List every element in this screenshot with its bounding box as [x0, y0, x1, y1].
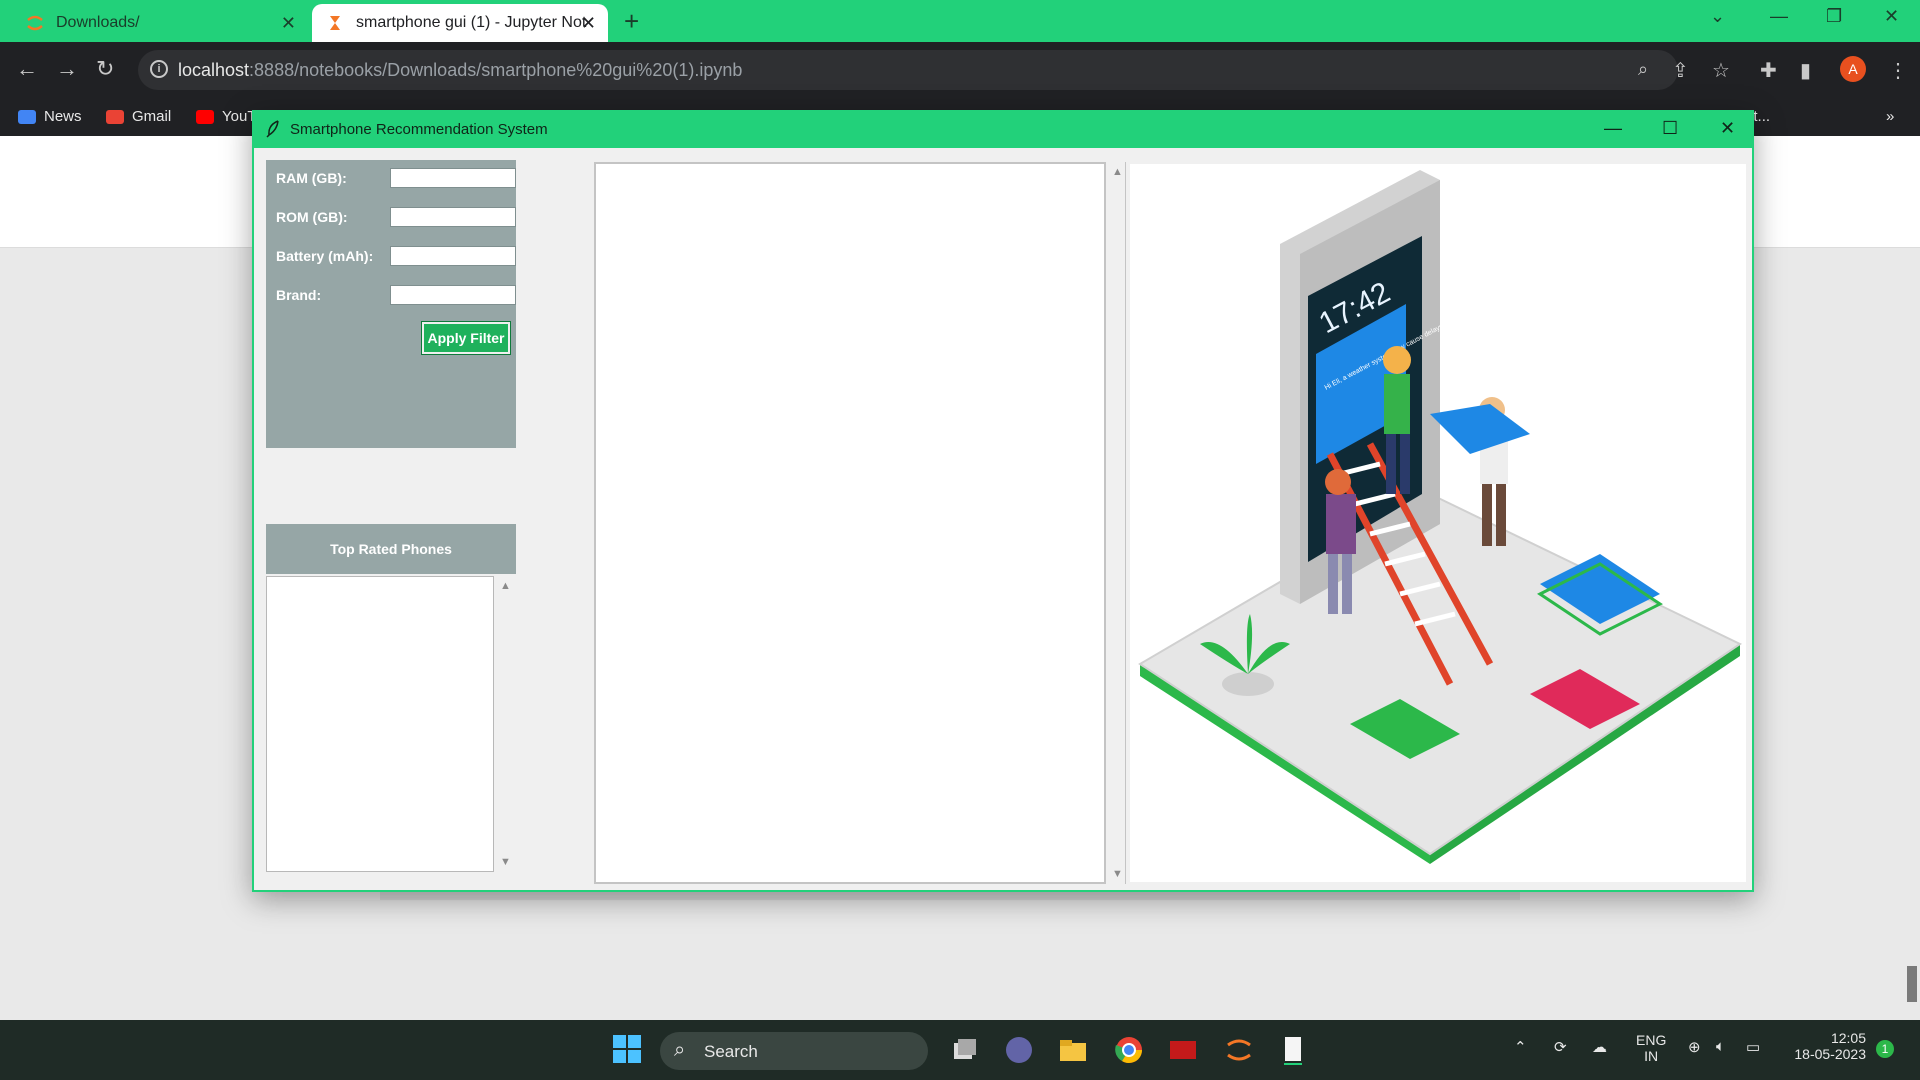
- youtube-icon: [196, 109, 214, 124]
- windows-taskbar: ⌕ Search ⌃ ⟳ ☁ ENG IN ⊕ 🔈︎ ▭ 12:05 18-05…: [0, 1020, 1920, 1080]
- page-scrollbar[interactable]: [1904, 248, 1920, 1020]
- close-tab-icon[interactable]: ✕: [281, 13, 296, 34]
- menu-kebab-icon[interactable]: ⋮: [1888, 58, 1908, 83]
- file-explorer-icon[interactable]: [1058, 1035, 1088, 1065]
- bookmark-label: News: [44, 108, 82, 125]
- close-window-icon[interactable]: ✕: [1884, 6, 1899, 27]
- app-window: Smartphone Recommendation System — ☐ ✕ R…: [252, 110, 1754, 892]
- sync-icon[interactable]: ⟳: [1554, 1038, 1567, 1056]
- bookmark-star-icon[interactable]: ☆: [1712, 58, 1730, 83]
- app-title: Smartphone Recommendation System: [290, 121, 548, 138]
- search-label: Search: [704, 1042, 758, 1061]
- tk-app-taskbar-icon[interactable]: [1278, 1035, 1308, 1065]
- app-maximize-icon[interactable]: ☐: [1662, 118, 1678, 139]
- notification-badge[interactable]: 1: [1876, 1040, 1894, 1058]
- tab-notebook[interactable]: smartphone gui (1) - Jupyter Not ✕: [312, 4, 608, 42]
- bookmark-youtube[interactable]: YouT: [196, 108, 256, 125]
- scroll-up-icon[interactable]: ▲: [500, 580, 511, 592]
- search-icon: ⌕: [674, 1039, 686, 1061]
- zoom-icon[interactable]: ⌕: [1638, 59, 1648, 80]
- ram-input[interactable]: [390, 168, 516, 188]
- page-scroll-thumb[interactable]: [1907, 966, 1917, 1002]
- app-minimize-icon[interactable]: —: [1604, 118, 1622, 139]
- url-path: :8888/notebooks/Downloads/smartphone%20g…: [249, 60, 743, 80]
- volume-icon[interactable]: 🔈︎: [1716, 1038, 1725, 1055]
- scroll-down-icon[interactable]: ▼: [500, 856, 511, 868]
- extensions-icon[interactable]: ✚: [1760, 58, 1777, 83]
- lang-code: ENG: [1636, 1032, 1667, 1048]
- lang-region: IN: [1644, 1048, 1659, 1064]
- address-toolbar: ← → ↻ i localhost:8888/notebooks/Downloa…: [0, 42, 1920, 98]
- language-indicator[interactable]: ENG IN: [1636, 1032, 1666, 1064]
- browser-tab-strip: Downloads/ ✕ smartphone gui (1) - Jupyte…: [0, 0, 1920, 42]
- share-icon[interactable]: ⇪: [1672, 58, 1689, 83]
- url-text[interactable]: localhost:8888/notebooks/Downloads/smart…: [178, 60, 742, 81]
- onedrive-icon[interactable]: ☁: [1592, 1038, 1607, 1056]
- hourglass-icon: [326, 14, 344, 32]
- jupyter-taskbar-icon[interactable]: [1224, 1035, 1254, 1065]
- task-view-icon[interactable]: [950, 1035, 980, 1065]
- ram-label: RAM (GB):: [276, 170, 347, 186]
- tray-overflow-chevron-icon[interactable]: ⌃: [1514, 1038, 1527, 1056]
- brand-label: Brand:: [276, 287, 322, 303]
- network-globe-icon[interactable]: ⊕: [1688, 1038, 1701, 1056]
- taskbar-search[interactable]: ⌕ Search: [660, 1032, 928, 1070]
- tab-title: Downloads/: [56, 14, 140, 31]
- top-rated-header: Top Rated Phones: [266, 524, 516, 574]
- brand-input[interactable]: [390, 285, 516, 305]
- minimize-icon[interactable]: —: [1770, 6, 1788, 27]
- jupyter-icon: [26, 14, 44, 32]
- back-icon[interactable]: ←: [16, 56, 38, 82]
- rom-label: ROM (GB):: [276, 209, 348, 225]
- battery-label: Battery (mAh):: [276, 248, 374, 264]
- rom-input[interactable]: [390, 207, 516, 227]
- chrome-icon[interactable]: [1114, 1035, 1144, 1065]
- filter-panel: RAM (GB): ROM (GB): Battery (mAh): Brand…: [266, 160, 516, 448]
- apply-filter-button[interactable]: Apply Filter: [421, 321, 511, 355]
- bookmark-news[interactable]: News: [18, 108, 82, 125]
- battery-input[interactable]: [390, 246, 516, 266]
- isometric-phone-image: 17:42 Hi Eli, a weather system may cause…: [1138, 170, 1742, 864]
- feather-icon: [266, 120, 279, 138]
- scroll-up-icon[interactable]: ▲: [1112, 166, 1123, 178]
- news-icon: [18, 109, 36, 124]
- gmail-icon: [106, 109, 124, 124]
- clock-time: 12:05: [1830, 1030, 1866, 1046]
- teams-icon[interactable]: [1004, 1035, 1034, 1065]
- app-icon-red[interactable]: [1168, 1035, 1198, 1065]
- tab-title: smartphone gui (1) - Jupyter Not: [356, 14, 587, 31]
- url-host: localhost: [178, 60, 250, 80]
- close-tab-icon[interactable]: ✕: [581, 13, 596, 34]
- results-scrollbar[interactable]: ▲ ▼: [1108, 162, 1126, 884]
- smartphone-illustration: 17:42 Hi Eli, a weather system may cause…: [1130, 164, 1746, 882]
- tab-search-chevron-icon[interactable]: ⌄: [1710, 6, 1725, 27]
- bookmark-gmail[interactable]: Gmail: [106, 108, 171, 125]
- scroll-down-icon[interactable]: ▼: [1112, 868, 1123, 880]
- forward-icon[interactable]: →: [56, 56, 78, 82]
- more-bookmarks-icon[interactable]: »: [1886, 108, 1894, 125]
- top-rated-listbox[interactable]: [266, 576, 494, 872]
- side-panel-icon[interactable]: ▮: [1800, 58, 1811, 83]
- reload-icon[interactable]: ↻: [96, 56, 114, 82]
- battery-icon[interactable]: ▭: [1746, 1038, 1760, 1056]
- tab-downloads[interactable]: Downloads/ ✕: [8, 4, 308, 42]
- restore-icon[interactable]: ❐: [1826, 6, 1842, 27]
- bookmark-label: Gmail: [132, 108, 172, 125]
- top-rated-scrollbar[interactable]: ▲ ▼: [496, 576, 514, 872]
- app-titlebar: Smartphone Recommendation System — ☐ ✕: [254, 112, 1752, 148]
- profile-avatar[interactable]: A: [1840, 56, 1866, 82]
- windows-start-icon[interactable]: [612, 1034, 642, 1064]
- clock[interactable]: 12:05 18-05-2023: [1786, 1030, 1866, 1062]
- address-bar[interactable]: i localhost:8888/notebooks/Downloads/sma…: [138, 50, 1678, 90]
- app-close-icon[interactable]: ✕: [1720, 118, 1735, 139]
- results-listbox[interactable]: [594, 162, 1106, 884]
- clock-date: 18-05-2023: [1794, 1046, 1866, 1062]
- site-info-icon[interactable]: i: [150, 60, 168, 78]
- new-tab-button[interactable]: +: [624, 6, 639, 37]
